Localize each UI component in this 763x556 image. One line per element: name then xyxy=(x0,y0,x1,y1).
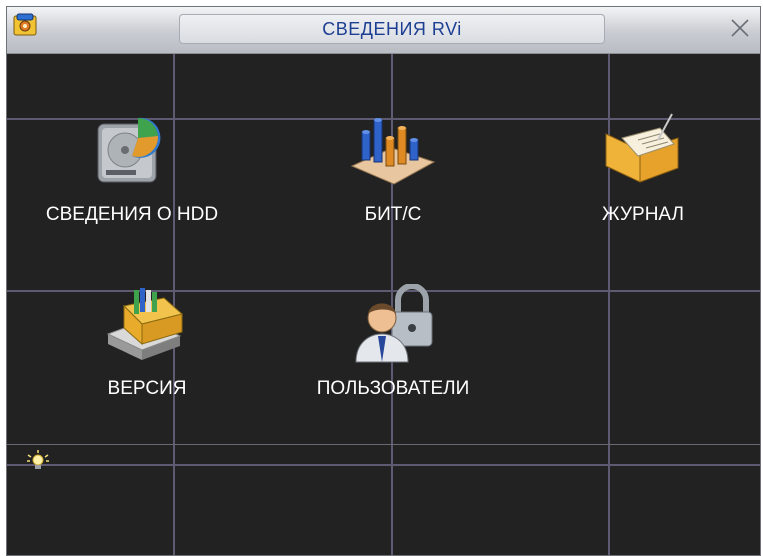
hdd-icon xyxy=(97,117,161,183)
log-item[interactable]: ЖУРНАЛ xyxy=(533,110,753,226)
window-title: СВЕДЕНИЯ RVi xyxy=(322,18,462,39)
version-box-icon xyxy=(106,288,184,360)
log-label: ЖУРНАЛ xyxy=(602,204,684,225)
version-label: ВЕРСИЯ xyxy=(107,378,187,399)
bps-item[interactable]: БИТ/С xyxy=(283,110,503,226)
lock-settings-icon xyxy=(13,13,37,36)
users-item[interactable]: ПОЛЬЗОВАТЕЛИ xyxy=(283,284,503,400)
users-label: ПОЛЬЗОВАТЕЛИ xyxy=(316,378,470,399)
users-lock-icon xyxy=(355,284,433,363)
title-field: СВЕДЕНИЯ RVi xyxy=(179,14,605,44)
bps-label: БИТ/С xyxy=(364,204,422,225)
grid-line xyxy=(7,464,760,466)
version-item[interactable]: ВЕРСИЯ xyxy=(37,284,257,400)
status-separator xyxy=(7,444,760,445)
lightbulb-icon xyxy=(27,450,49,469)
title-bar: СВЕДЕНИЯ RVi xyxy=(7,7,760,54)
log-folder-icon xyxy=(605,113,679,183)
hdd-info-item[interactable]: СВЕДЕНИЯ О HDD xyxy=(22,110,242,226)
hdd-info-label: СВЕДЕНИЯ О HDD xyxy=(45,204,219,225)
menu-grid: СВЕДЕНИЯ О HDD БИТ/С ЖУРНАЛ ВЕРСИЯ ПОЛЬЗ… xyxy=(7,54,760,555)
info-window: СВЕДЕНИЯ RVi СВЕДЕНИЯ О HDD БИТ/С ЖУРНАЛ… xyxy=(6,6,761,556)
close-icon[interactable] xyxy=(728,16,752,40)
bar-chart-icon xyxy=(350,118,436,185)
